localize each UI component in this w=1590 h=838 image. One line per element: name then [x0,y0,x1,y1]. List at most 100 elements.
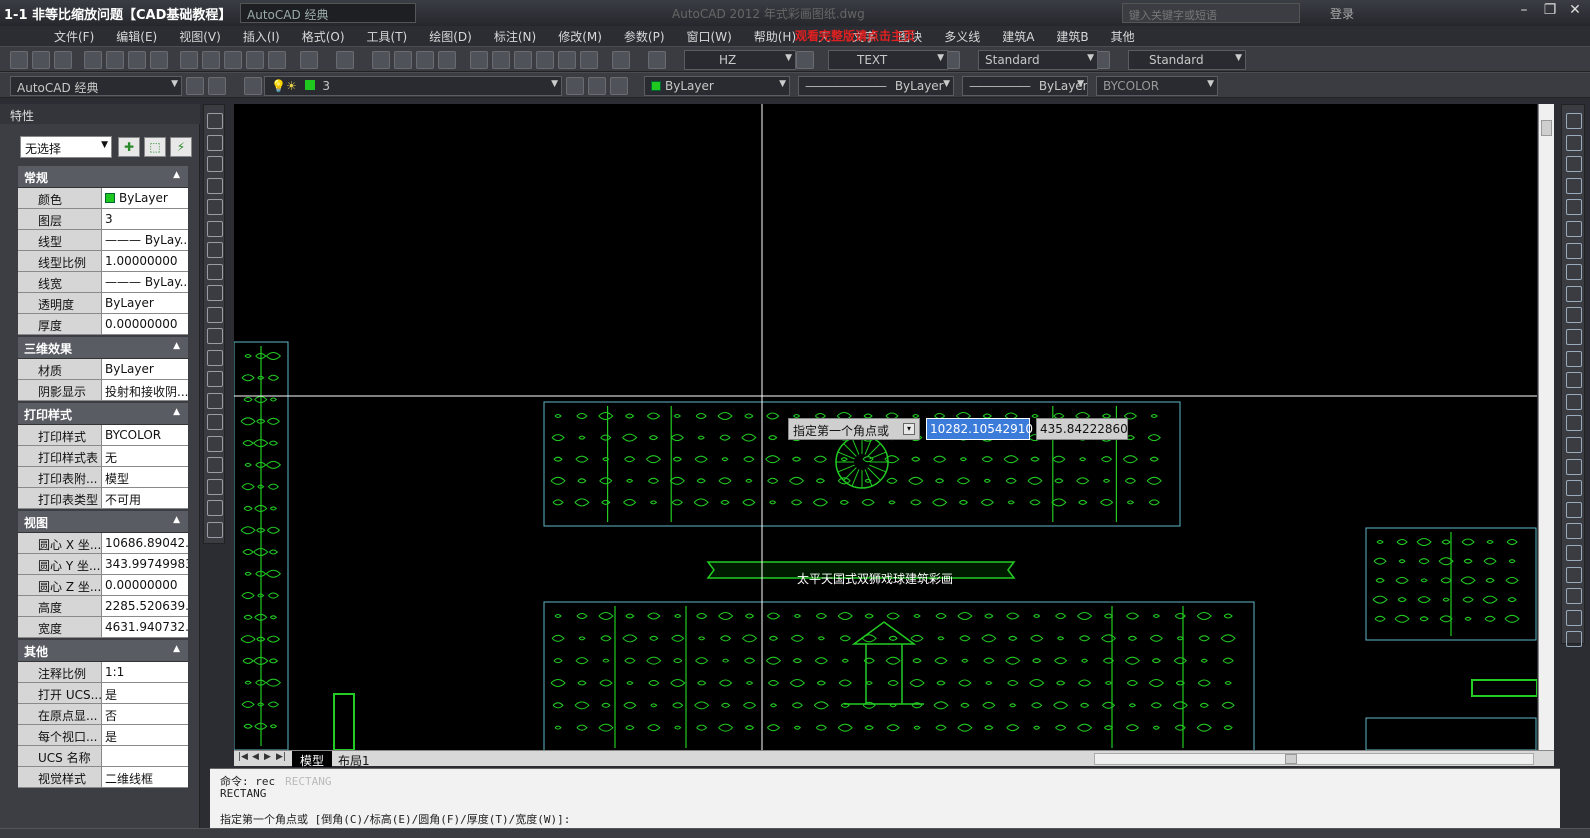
section-header[interactable]: 其他 ▲ [18,640,188,662]
lock-ui-icon[interactable] [208,77,226,95]
tab-model[interactable]: 模型 [292,751,333,768]
publish-icon[interactable] [128,51,146,69]
rotate-icon[interactable] [1566,242,1582,259]
property-value[interactable]: 0.00000000 [102,575,188,595]
tool-palettes-icon[interactable] [514,51,532,69]
property-value[interactable]: 投射和接收阴... [102,380,188,400]
property-row[interactable]: 线型 ——— ByLay... [18,230,188,251]
zoom-window-icon[interactable] [416,51,434,69]
property-value[interactable]: BYCOLOR [102,425,188,445]
text-front-icon[interactable] [1566,566,1582,583]
menu-item[interactable]: 帮助(H) [754,28,796,45]
property-row[interactable]: 线宽 ——— ByLay... [18,272,188,293]
select-objects-icon[interactable]: ⬚ [144,137,166,157]
tab-layout1[interactable]: 布局1 [330,751,378,768]
collapse-icon[interactable]: ▲ [173,170,180,180]
fillet-icon[interactable] [1566,437,1582,453]
lineweight-combo[interactable]: —————— ByLayer ▼ [962,76,1088,96]
property-value[interactable]: ——— ByLay... [102,272,188,292]
text-style-icon[interactable] [648,51,666,69]
menu-item[interactable]: 文件(F) [54,28,94,45]
rectangle-icon[interactable] [207,199,223,215]
multiline-text-icon[interactable] [207,500,223,516]
trim-icon[interactable] [1566,307,1582,324]
spline-icon[interactable] [207,285,223,301]
menu-item[interactable]: 窗口(W) [687,28,732,45]
menu-item[interactable]: 编辑(E) [116,28,157,45]
scroll-thumb[interactable] [1285,754,1297,764]
property-value[interactable]: 1:1 [102,662,188,682]
make-current-layer-icon[interactable] [566,77,584,95]
property-value[interactable]: 4631.940732... [102,617,188,637]
dim-style-combo[interactable]: Standard ▼ [978,50,1098,70]
move-icon[interactable] [1566,221,1582,237]
selection-combo[interactable]: 无选择 ▼ [20,136,112,158]
property-value[interactable]: 无 [102,446,188,466]
property-row[interactable]: 线型比例 1.00000000 [18,251,188,272]
property-row[interactable]: 注释比例 1:1 [18,662,188,683]
ellipse-arc-icon[interactable] [207,328,223,344]
menu-item[interactable]: 格式(O) [302,28,345,45]
properties-icon[interactable] [470,51,488,69]
section-header[interactable]: 视图 ▲ [18,511,188,533]
add-selected-icon[interactable] [207,521,223,538]
gradient-icon[interactable] [207,435,223,452]
property-value[interactable]: 0.00000000 [102,314,188,334]
point-icon[interactable] [207,392,223,409]
plot-preview-icon[interactable] [106,51,124,69]
draw-order-icon[interactable] [1566,501,1582,518]
extend-icon[interactable] [1566,329,1582,345]
property-value[interactable]: ByLayer [102,293,188,313]
text-edit-icon[interactable] [796,51,814,69]
y-coordinate-input[interactable]: 435.84222860 [1036,418,1128,440]
next-tab-icon[interactable]: ▶ [264,752,274,764]
property-row[interactable]: 打开 UCS... 是 [18,683,188,704]
property-value[interactable]: ByLayer [102,359,188,379]
break-at-point-icon[interactable] [1566,350,1582,367]
offset-icon[interactable] [1566,177,1582,194]
help-icon[interactable] [612,51,630,69]
color-combo[interactable]: ByLayer ▼ [644,76,790,96]
collapse-icon[interactable]: ▲ [173,515,180,525]
hatch-icon[interactable] [207,414,223,430]
section-header[interactable]: 常规 ▲ [18,166,188,188]
undo-icon[interactable] [300,51,318,69]
zoom-realtime-icon[interactable] [394,51,412,69]
property-row[interactable]: 透明度 ByLayer [18,293,188,314]
line-icon[interactable] [207,113,223,129]
property-row[interactable]: 颜色 ByLayer [18,188,188,209]
section-header[interactable]: 打印样式 ▲ [18,403,188,425]
prev-tab-icon[interactable]: ◀ [252,752,262,764]
property-row[interactable]: 图层 3 [18,209,188,230]
plotstyle-combo[interactable]: BYCOLOR ▼ [1096,76,1218,96]
table-icon[interactable] [207,478,223,495]
property-value[interactable]: 2285.520639... [102,596,188,616]
property-value[interactable]: 是 [102,683,188,703]
block-editor-icon[interactable] [268,51,286,69]
horizontal-scrollbar[interactable] [1094,753,1534,765]
property-value[interactable]: 10686.89042... [102,533,188,553]
stretch-icon[interactable] [1566,285,1582,302]
make-block-icon[interactable] [207,371,223,387]
open-icon[interactable] [32,51,50,69]
property-row[interactable]: 圆心 X 坐... 10686.89042... [18,533,188,554]
workspace-selector[interactable]: AutoCAD 经典 [240,3,416,23]
maximize-icon[interactable]: ❐ [1538,2,1562,22]
property-value[interactable]: 1.00000000 [102,251,188,271]
property-row[interactable]: UCS 名称 [18,746,188,767]
property-row[interactable]: 宽度 4631.940732... [18,617,188,638]
match-properties-icon[interactable] [246,51,264,69]
ellipse-icon[interactable] [207,306,223,323]
circle-icon[interactable] [207,242,223,258]
property-row[interactable]: 打印样式表无 [18,446,188,467]
text-name-combo[interactable]: TEXT ▼ [828,50,948,70]
construction-line-icon[interactable] [207,134,223,151]
polygon-icon[interactable] [207,177,223,194]
text-style-combo[interactable]: HZ ▼ [684,50,796,70]
layer-combo[interactable]: 💡☀ 3 ▼ [264,76,562,96]
pan-icon[interactable] [372,51,390,69]
menu-item[interactable]: 标注(N) [494,28,536,45]
layer-state-icon[interactable] [610,77,628,95]
print-icon[interactable] [84,51,102,69]
property-value[interactable]: 343.99749983 [102,554,188,574]
